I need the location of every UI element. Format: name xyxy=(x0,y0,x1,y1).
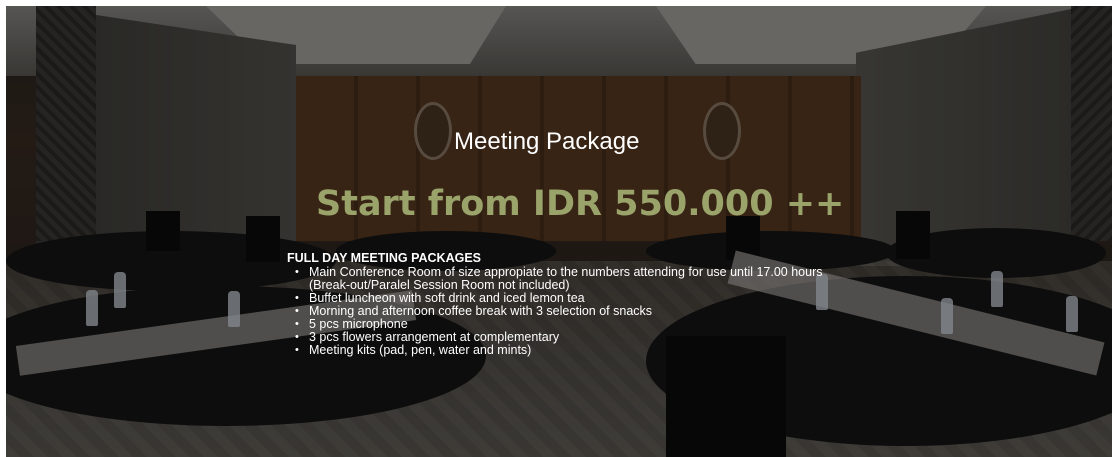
package-title: Meeting Package xyxy=(454,128,640,155)
starting-price: Start from IDR 550.000 ++ xyxy=(316,184,845,224)
bullet-icon: • xyxy=(295,305,299,317)
package-feature-list: • Main Conference Room of size appropiate… xyxy=(287,266,847,357)
bullet-icon: • xyxy=(295,292,299,304)
feature-text: Main Conference Room of size appropiate … xyxy=(309,265,823,292)
bullet-icon: • xyxy=(295,344,299,356)
bullet-icon: • xyxy=(295,266,299,278)
meeting-package-hero: Meeting Package Start from IDR 550.000 +… xyxy=(6,6,1112,457)
package-details: FULL DAY MEETING PACKAGES • Main Conferen… xyxy=(287,251,847,357)
feature-text: Morning and afternoon coffee break with … xyxy=(309,304,653,318)
feature-text: 5 pcs microphone xyxy=(309,317,408,331)
feature-text: Meeting kits (pad, pen, water and mints) xyxy=(309,343,532,357)
package-heading: FULL DAY MEETING PACKAGES xyxy=(287,251,482,265)
dark-overlay xyxy=(6,6,1112,457)
bullet-icon: • xyxy=(295,318,299,330)
feature-text: Buffet luncheon with soft drink and iced… xyxy=(309,291,585,305)
feature-item: • Main Conference Room of size appropiate… xyxy=(287,266,847,292)
bullet-icon: • xyxy=(295,331,299,343)
feature-item: • Meeting kits (pad, pen, water and mints… xyxy=(287,344,847,357)
feature-text: 3 pcs flowers arrangement at complementa… xyxy=(309,330,560,344)
